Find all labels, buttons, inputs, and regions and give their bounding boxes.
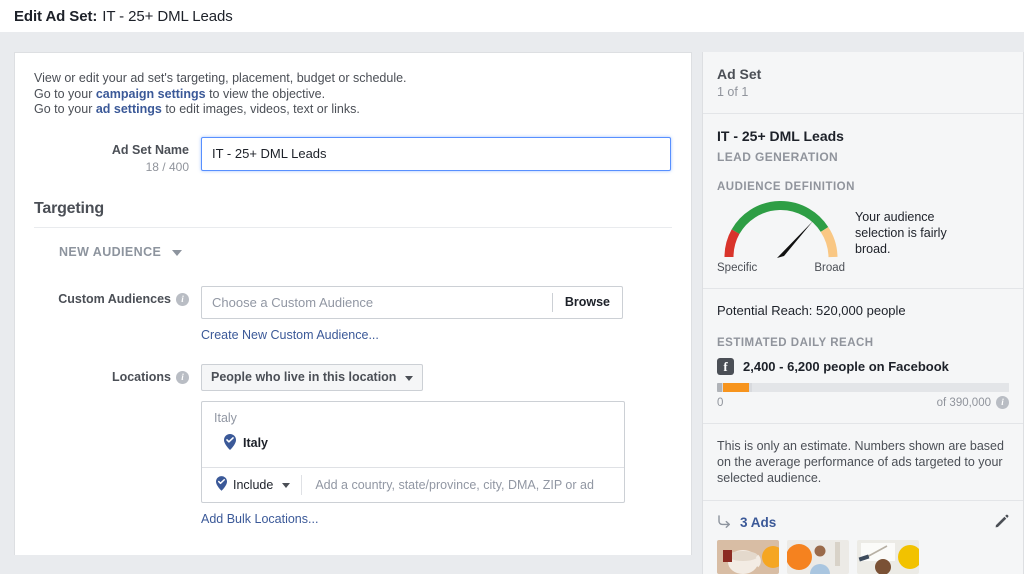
potential-reach-text: Potential Reach: 520,000 people [717,303,906,318]
gauge-label-broad: Broad [814,262,845,274]
include-label: Include [233,477,274,492]
ad-settings-link[interactable]: ad settings [96,102,162,116]
info-icon[interactable]: i [176,292,189,306]
chevron-down-icon [282,483,291,488]
sidebar-adset-section: IT - 25+ DML Leads LEAD GENERATION AUDIE… [703,114,1023,289]
bar-remainder [752,383,1009,392]
reply-arrow-icon [717,514,732,531]
sidebar-header-section: Ad Set 1 of 1 [703,52,1023,114]
page-header: Edit Ad Set: IT - 25+ DML Leads [0,0,1024,32]
sidebar-panel-title: Ad Set [717,66,762,82]
adset-name-label-block: Ad Set Name 18 / 400 [15,137,201,174]
audience-selector-dropdown[interactable]: NEW AUDIENCE [59,244,183,259]
info-icon[interactable]: i [996,396,1009,409]
sidebar-ads-section: 3 Ads [703,501,1023,574]
locations-row: Locations i People who live in this locat… [15,363,691,526]
locations-box: Italy Italy Include Add a country, state… [201,400,625,503]
custom-audiences-field: Browse [201,285,623,319]
daily-reach-heading: ESTIMATED DAILY REACH [717,337,874,349]
page-title-label: Edit Ad Set: [14,7,98,25]
adset-name-label: Ad Set Name [111,142,189,157]
chevron-down-icon [405,375,414,381]
custom-audiences-label: Custom Audiences [58,291,171,306]
locations-label: Locations [111,369,171,384]
info-icon[interactable]: i [176,370,189,384]
ad-thumbnail-coffee-mug[interactable] [717,540,779,574]
audience-definition-heading: AUDIENCE DEFINITION [717,181,855,193]
sidebar-objective-badge: LEAD GENERATION [717,150,839,164]
facebook-f-icon: f [717,358,734,375]
daily-reach-bar-labels: 0 of 390,000 i [717,396,1009,409]
pencil-icon[interactable] [995,514,1009,531]
locations-control: People who live in this location Italy I… [201,363,625,526]
sidebar-estimate-note-section: This is only an estimate. Numbers shown … [703,424,1023,501]
ad-thumbnail-person-blue-shirt[interactable] [787,540,849,574]
locations-group-title: Italy [214,410,237,425]
custom-audiences-label-block: Custom Audiences i [15,286,201,306]
custom-audiences-control: Browse Create New Custom Audience... [201,285,623,342]
intro-line-3: Go to your ad settings to edit images, v… [34,102,673,118]
ads-header-row: 3 Ads [703,501,1023,531]
adset-edit-card: View or edit your ad set's targeting, pl… [14,52,692,555]
intro-line-3-post: to edit images, videos, text or links. [161,102,360,116]
gauge-labels: Specific Broad [717,262,847,274]
intro-line-1: View or edit your ad set's targeting, pl… [34,71,407,85]
targeting-divider [34,226,672,228]
location-item[interactable]: Italy [202,429,624,467]
bar-min-label: 0 [717,396,724,409]
sidebar-panel-subtitle: 1 of 1 [717,85,749,99]
ad-thumbnail-whiteboard-presentation[interactable] [857,540,919,574]
estimate-disclaimer: This is only an estimate. Numbers shown … [717,439,1004,485]
custom-audience-input[interactable] [202,294,552,310]
bar-zero-tick [717,383,722,392]
targeting-heading: Targeting [34,199,104,217]
sidebar-adset-name: IT - 25+ DML Leads [717,128,844,144]
daily-reach-bar [717,383,1009,392]
bar-max-label: of 390,000 [936,396,991,409]
bar-fill [723,383,749,392]
locations-label-block: Locations i [15,364,201,384]
daily-reach-value: 2,400 - 6,200 people on Facebook [743,359,949,374]
adset-summary-sidebar: Ad Set 1 of 1 IT - 25+ DML Leads LEAD GE… [702,52,1024,574]
chevron-down-icon [172,249,183,256]
adset-name-row: Ad Set Name 18 / 400 [15,136,691,174]
location-type-value: People who live in this location [211,370,397,384]
audience-definition-message: Your audience selection is fairly broad. [855,210,947,256]
create-custom-audience-link[interactable]: Create New Custom Audience... [201,328,623,342]
gauge-column: Specific Broad [717,199,847,274]
daily-reach-value-row: f 2,400 - 6,200 people on Facebook [717,358,1009,375]
add-bulk-locations-link[interactable]: Add Bulk Locations... [201,512,625,526]
location-type-dropdown[interactable]: People who live in this location [201,363,424,391]
sidebar-reach-section: Potential Reach: 520,000 people ESTIMATE… [703,289,1023,424]
adset-name-input[interactable] [201,136,671,171]
intro-line-2-post: to view the objective. [205,86,326,101]
ad-thumbnails [703,531,1023,574]
audience-definition-gauge-icon [724,201,838,258]
audience-selector-label: NEW AUDIENCE [59,244,162,259]
location-pin-check-icon [216,475,227,494]
gauge-label-specific: Specific [717,262,758,274]
location-add-row: Include [202,466,624,502]
location-item-name: Italy [243,436,269,450]
divider [301,474,303,495]
location-pin-check-icon [224,433,236,453]
page-body: View or edit your ad set's targeting, pl… [0,32,1024,574]
campaign-settings-link[interactable]: campaign settings [96,87,206,101]
intro-line-2-pre: Go to your [34,86,96,101]
custom-audiences-row: Custom Audiences i Browse Create New Cust… [15,285,691,342]
bar-max-label-group: of 390,000 i [937,396,1009,409]
intro-line-2: Go to your campaign settings to view the… [34,87,673,103]
page-title-adset-name: IT - 25+ DML Leads [102,7,233,25]
intro-line-3-pre: Go to your [34,102,96,116]
ads-count-link[interactable]: 3 Ads [740,515,776,530]
audience-definition-gauge-block: Specific Broad Your audience selection i… [717,199,1009,274]
intro-text: View or edit your ad set's targeting, pl… [15,71,691,118]
location-search-input[interactable] [313,476,624,493]
browse-button[interactable]: Browse [551,292,622,312]
adset-name-char-counter: 18 / 400 [145,159,189,174]
include-exclude-dropdown[interactable]: Include [216,475,291,494]
